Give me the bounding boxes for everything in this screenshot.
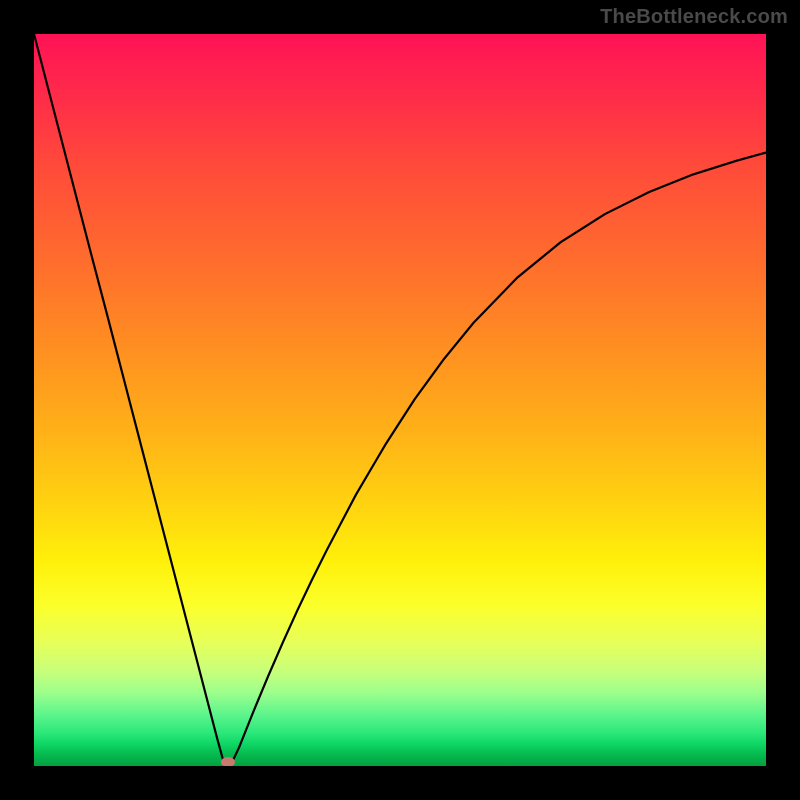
chart-frame: TheBottleneck.com [0,0,800,800]
bottleneck-curve [34,34,766,766]
watermark-label: TheBottleneck.com [600,6,788,29]
chart-plot-area [34,34,766,766]
chart-svg [34,34,766,766]
